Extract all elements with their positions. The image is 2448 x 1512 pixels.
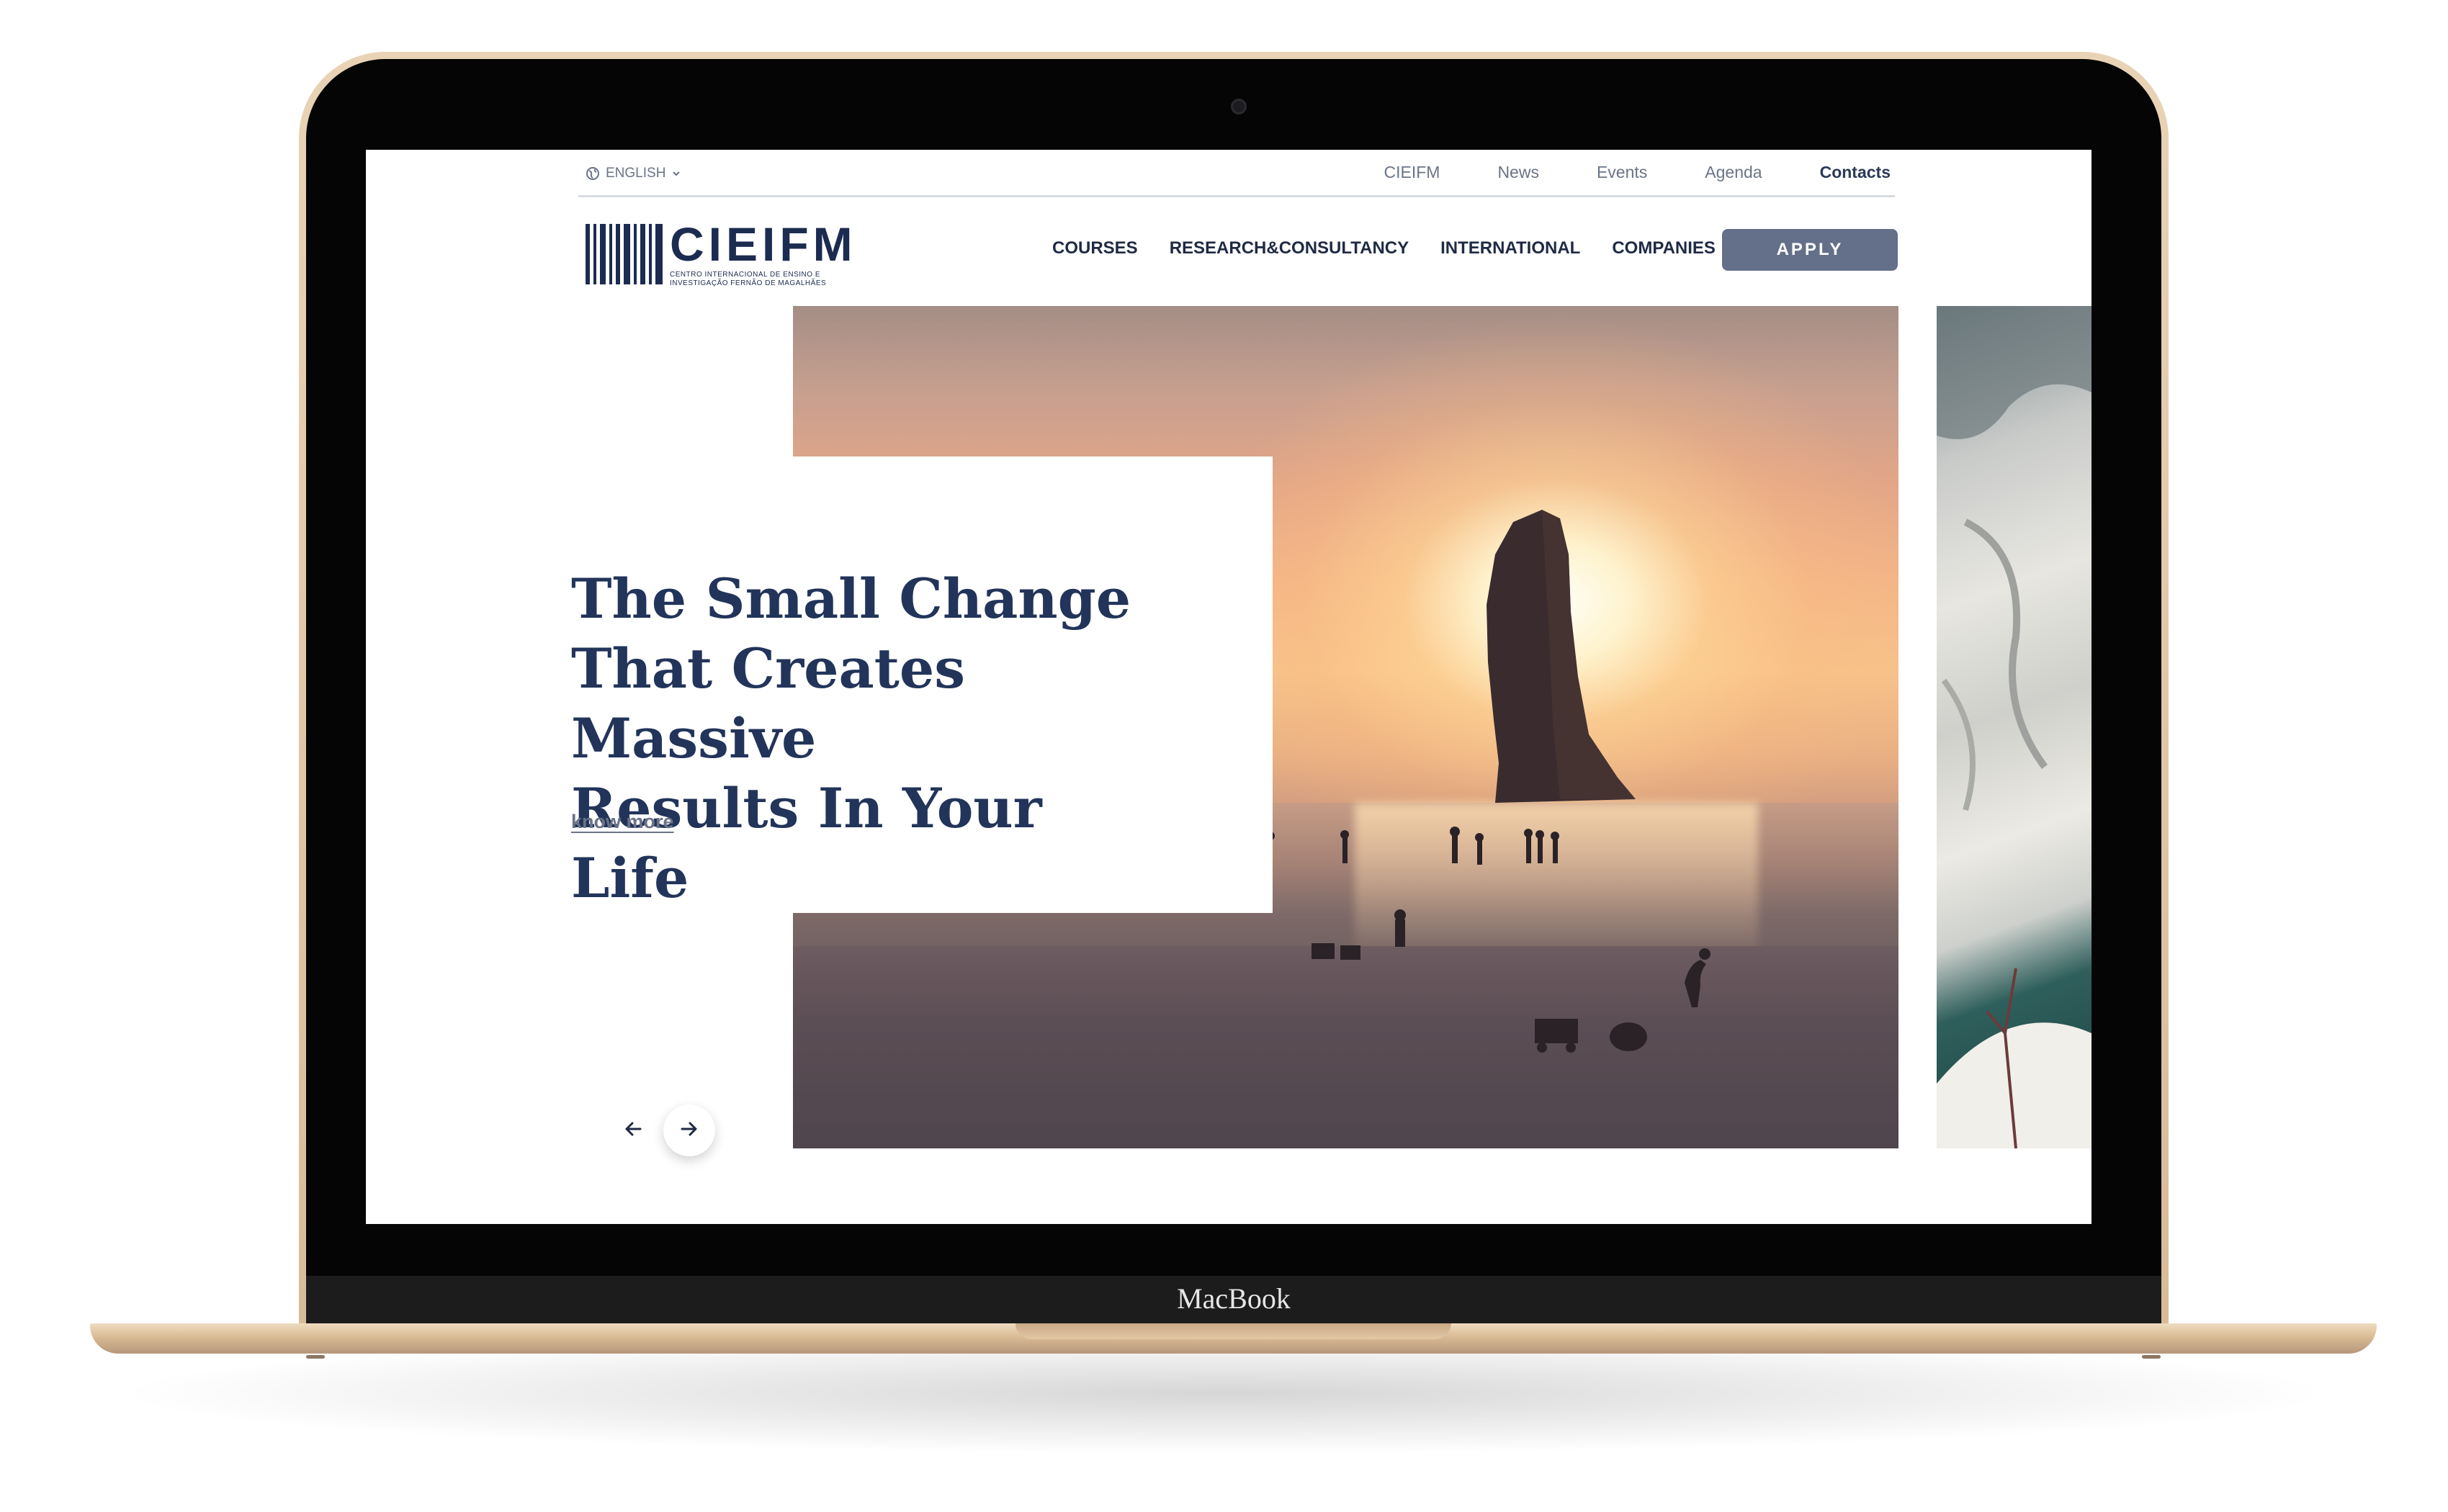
hero-title-line1: The Small Change <box>571 567 1131 631</box>
top-links: CIEIFM News Events Agenda Contacts <box>1384 163 1891 182</box>
arrow-right-icon <box>678 1118 700 1143</box>
slider-next-button[interactable] <box>663 1104 715 1156</box>
bezel-chin: MacBook <box>306 1276 2161 1326</box>
apply-button[interactable]: APPLY <box>1722 229 1898 271</box>
toplink-events[interactable]: Events <box>1597 163 1647 182</box>
site-logo[interactable]: CIEIFM CENTRO INTERNACIONAL DE ENSINO E … <box>586 220 857 288</box>
nav-item-courses[interactable]: COURSES <box>1052 238 1138 258</box>
laptop-foot <box>306 1355 325 1359</box>
top-utility-bar: ENGLISH CIEIFM News Events Agenda Contac… <box>578 150 1895 197</box>
laptop-base <box>90 1323 2377 1359</box>
globe-icon <box>586 166 600 181</box>
camera-icon <box>1231 99 1247 114</box>
slider-prev-button[interactable] <box>607 1104 659 1156</box>
next-slide-image[interactable] <box>1937 306 2091 1148</box>
chevron-down-icon <box>671 168 681 179</box>
main-navigation: COURSES RESEARCH&CONSULTANCY INTERNATION… <box>1052 238 1716 258</box>
toplink-cieifm[interactable]: CIEIFM <box>1384 163 1440 182</box>
toplink-news[interactable]: News <box>1497 163 1539 182</box>
nav-item-companies[interactable]: COMPANIES <box>1612 238 1716 258</box>
know-more-link[interactable]: know more <box>571 811 674 833</box>
barcode-logo-icon <box>586 224 663 284</box>
lid-notch <box>1015 1323 1451 1339</box>
logo-text: CIEIFM CENTRO INTERNACIONAL DE ENSINO E … <box>670 220 857 288</box>
nav-item-international[interactable]: INTERNATIONAL <box>1440 238 1580 258</box>
website-screen: ENGLISH CIEIFM News Events Agenda Contac… <box>366 150 2091 1224</box>
toplink-contacts[interactable]: Contacts <box>1820 163 1891 182</box>
laptop-foot <box>2142 1355 2161 1359</box>
device-brand-label: MacBook <box>1177 1282 1291 1315</box>
logo-subtitle-line1: CENTRO INTERNACIONAL DE ENSINO E <box>670 271 820 279</box>
cliff-texture <box>1937 306 2091 1148</box>
logo-name: CIEIFM <box>670 217 857 271</box>
nav-item-research-consultancy[interactable]: RESEARCH&CONSULTANCY <box>1170 238 1409 258</box>
logo-subtitle-line2: INVESTIGAÇÃO FERNÃO DE MAGALHÃES <box>670 279 827 287</box>
hero-title: The Small Change That Creates Massive Re… <box>571 564 1147 913</box>
language-selector[interactable]: ENGLISH <box>586 166 681 181</box>
hero-title-line3: Results In Your Life <box>571 776 1042 910</box>
language-label: ENGLISH <box>606 166 666 181</box>
toplink-agenda[interactable]: Agenda <box>1705 163 1762 182</box>
arrow-left-icon <box>622 1118 644 1143</box>
hero-title-line2: That Creates Massive <box>571 636 965 770</box>
